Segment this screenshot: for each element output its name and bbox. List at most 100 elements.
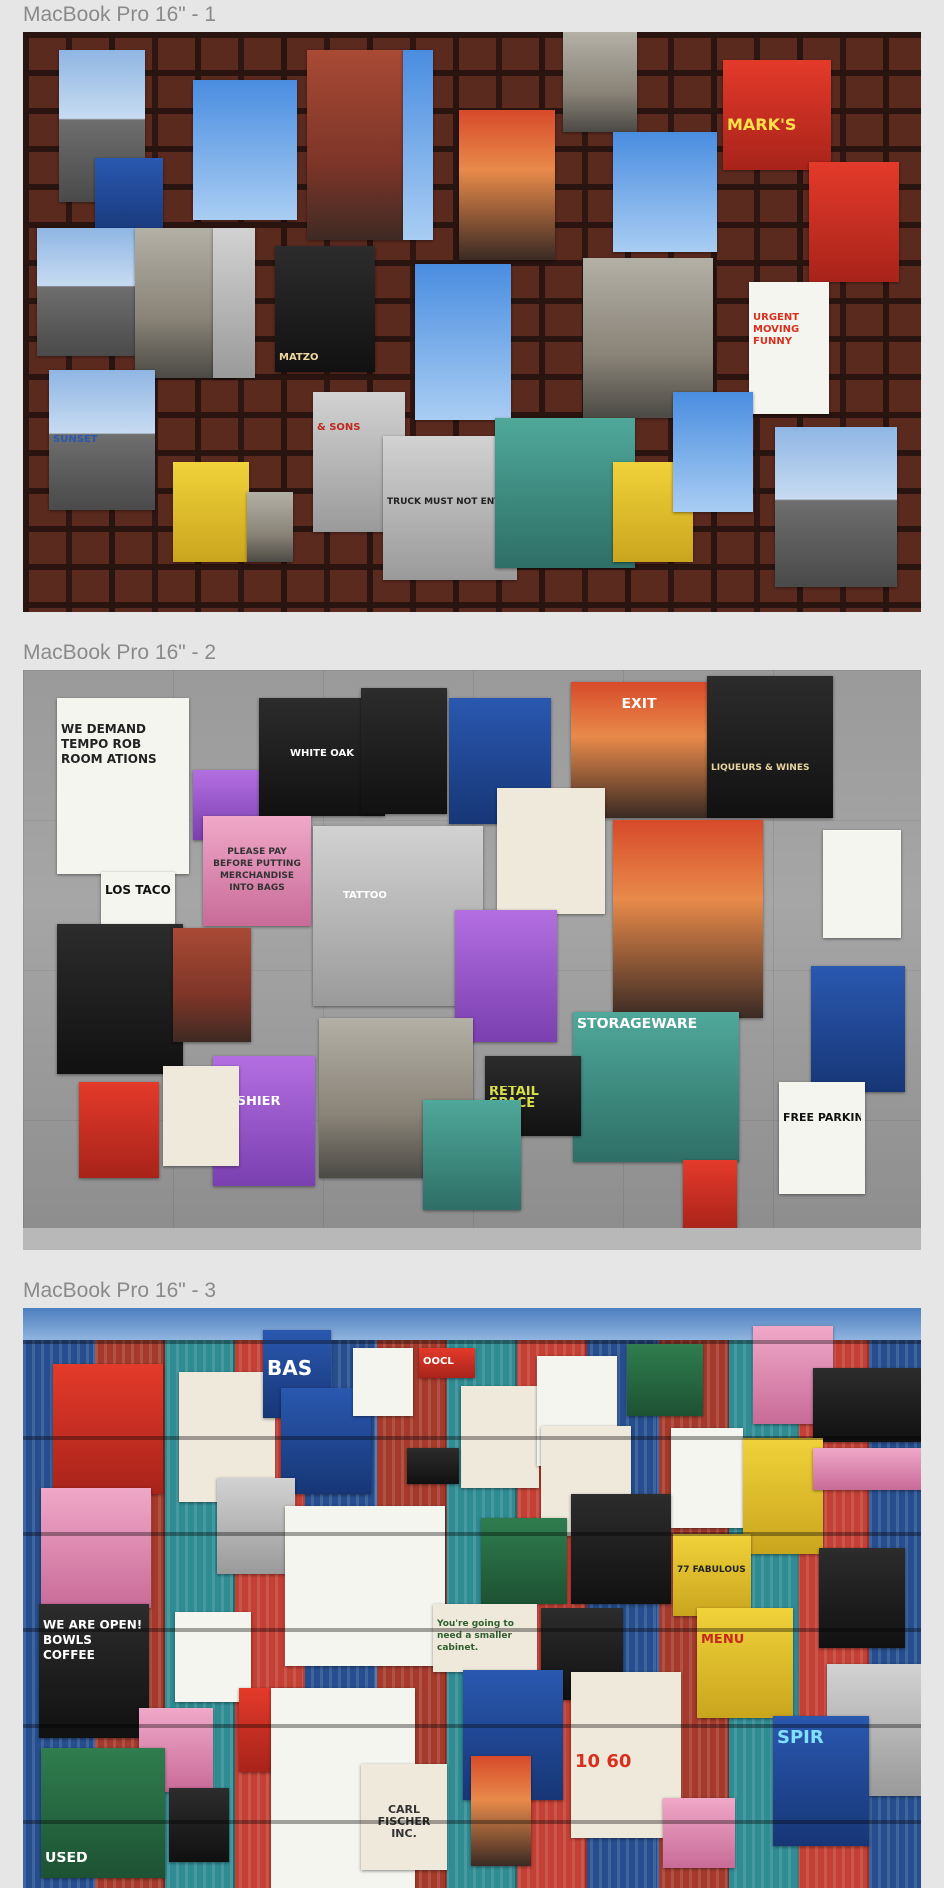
photo-cup[interactable] [497, 788, 605, 914]
photo-used-poster[interactable]: USED [41, 1748, 165, 1878]
frame-3-container-collage[interactable]: BAS OOCL 77 FABULOUS 7s WE ARE OPEN! BOW… [23, 1308, 921, 1888]
photo-graffiti-sticker[interactable] [571, 1494, 671, 1604]
please-pay-caption: PLEASE PAY BEFORE PUTTING MERCHANDISE IN… [213, 847, 301, 893]
marks-caption: MARK'S [727, 116, 797, 134]
photo-sticker-wall[interactable] [813, 1368, 921, 1442]
photo-shop-window[interactable] [57, 924, 183, 1074]
menu-caption: MENU [701, 1634, 745, 1646]
photo-neon-restaurant[interactable] [613, 820, 763, 1018]
photo-poster-small[interactable] [461, 1386, 539, 1488]
photo-subway[interactable] [541, 1608, 623, 1700]
photo-menu-card[interactable] [471, 1756, 531, 1866]
photo-magazines[interactable] [41, 1488, 151, 1608]
photo-77-fabulous[interactable]: 77 FABULOUS 7s [673, 1534, 751, 1616]
photo-theater-marquee[interactable] [193, 80, 297, 220]
photo-green-sign[interactable] [627, 1344, 703, 1416]
photo-bookshelf[interactable] [179, 1372, 275, 1502]
photo-jars[interactable] [163, 1066, 239, 1166]
photo-sketch-card[interactable] [663, 1798, 735, 1868]
sons-caption: & SONS [317, 422, 361, 433]
matzo-caption: MATZO [279, 352, 319, 363]
photo-fire-escape[interactable] [307, 50, 403, 240]
frame-label-3[interactable]: MacBook Pro 16" - 3 [23, 1278, 216, 1304]
photo-warehouse[interactable] [775, 427, 897, 587]
photo-tower[interactable] [213, 228, 255, 378]
photo-blue-hanging-sign[interactable] [673, 392, 753, 512]
photo-teal-storefront[interactable] [423, 1100, 521, 1210]
photo-blue-poster[interactable] [463, 1670, 563, 1800]
photo-we-are-open[interactable]: WE ARE OPEN! BOWLS COFFEE [39, 1604, 149, 1738]
photo-white-card[interactable] [353, 1348, 413, 1416]
photo-cabinet-ad[interactable]: You're going to need a smaller cabinet. [433, 1604, 537, 1672]
photo-blue-sky-sticker[interactable] [613, 132, 717, 252]
tattoo-caption: TATTOO [343, 890, 387, 901]
sunset-caption: SUNSET [53, 434, 98, 445]
photo-traffic-light[interactable] [415, 264, 511, 420]
photo-tempo-poster[interactable]: WE DEMAND TEMPO ROB ROOM ATIONS [57, 698, 189, 874]
photo-urgent-sign[interactable]: URGENT MOVING FUNNY [749, 282, 829, 414]
photo-free-parking[interactable]: FREE PARKING [779, 1082, 865, 1194]
exit-caption: EXIT [621, 698, 657, 710]
photo-shop-interior[interactable] [823, 830, 901, 938]
photo-pink-badge[interactable] [139, 1708, 213, 1792]
photo-chinatown-building[interactable] [37, 228, 135, 356]
photo-small-black[interactable] [407, 1448, 459, 1484]
carl-caption: CARL FISCHER INC. [377, 1804, 431, 1840]
photo-carl-fischer[interactable]: CARL FISCHER INC. [361, 1764, 447, 1870]
photo-10-60-collage[interactable]: 10 60 [571, 1672, 681, 1838]
photo-sky-strip[interactable] [403, 50, 433, 240]
photo-sticker-strip[interactable] [813, 1448, 921, 1490]
spir-caption: SPIR [777, 1728, 824, 1748]
photo-wines-sign[interactable]: LIQUEURS & WINES [707, 676, 833, 818]
photo-oocl-top[interactable]: OOCL [419, 1348, 475, 1378]
photo-small-sticker[interactable] [247, 492, 293, 562]
photo-red-graffiti[interactable] [53, 1364, 163, 1494]
frame-2-concrete-collage[interactable]: WE DEMAND TEMPO ROB ROOM ATIONS WHITE OA… [23, 670, 921, 1250]
photo-sunset-building[interactable]: SUNSET [49, 370, 155, 510]
photo-stacked-papers[interactable] [217, 1478, 295, 1574]
photo-red-shutter[interactable] [809, 162, 899, 282]
photo-chinese-poster[interactable] [285, 1506, 445, 1666]
frame-label-2[interactable]: MacBook Pro 16" - 2 [23, 640, 216, 666]
photo-drawing[interactable] [541, 1426, 631, 1536]
wines-caption: LIQUEURS & WINES [711, 763, 810, 773]
los-tacos-caption: LOS TACOS [105, 884, 171, 896]
photo-train-window[interactable] [827, 1664, 921, 1796]
photo-red-window[interactable] [79, 1082, 159, 1178]
photo-green-book[interactable] [481, 1518, 567, 1604]
ten60-caption: 10 60 [575, 1752, 632, 1772]
photo-pay-before[interactable]: PLEASE PAY BEFORE PUTTING MERCHANDISE IN… [203, 816, 311, 926]
photo-pink-stickers[interactable] [753, 1326, 833, 1424]
photo-yellow-truck[interactable] [173, 462, 249, 562]
photo-black-sign[interactable] [819, 1548, 905, 1648]
photo-brick-store[interactable] [173, 928, 251, 1042]
frame-label-1[interactable]: MacBook Pro 16" - 1 [23, 2, 216, 28]
photo-red-can[interactable] [683, 1160, 737, 1232]
photo-neon-sign[interactable] [459, 110, 555, 260]
photo-graffiti-poster[interactable] [743, 1438, 823, 1554]
frame-1-brick-collage[interactable]: MARK'S MATZO URGENT MOVING FUNNY SUNSET … [23, 32, 921, 612]
storageware-caption: STORAGEWARE [577, 1018, 698, 1030]
photo-neon-signs[interactable] [811, 966, 905, 1092]
photo-matzo[interactable]: MATZO [275, 246, 375, 372]
photo-scratch-ticket[interactable] [239, 1688, 309, 1772]
photo-storefront-top[interactable] [563, 32, 637, 132]
used-caption: USED [45, 1852, 88, 1864]
urgent-caption: URGENT MOVING FUNNY [753, 312, 800, 347]
photo-menu[interactable]: MENU [697, 1608, 793, 1718]
photo-blue-tile[interactable] [281, 1388, 371, 1494]
photo-storageware[interactable]: STORAGEWARE [573, 1012, 739, 1162]
photo-wall-window[interactable] [361, 688, 447, 814]
oocl-caption: OOCL [423, 1356, 454, 1367]
photo-bas-print[interactable]: BAS [263, 1330, 331, 1418]
photo-white-bag[interactable] [271, 1688, 415, 1888]
photo-black-bag[interactable] [169, 1788, 229, 1862]
photo-spir-poster[interactable]: SPIR [773, 1716, 869, 1846]
bas-caption: BAS [267, 1356, 313, 1380]
fabulous-caption: 77 FABULOUS 7s [677, 1565, 747, 1575]
design-canvas: MacBook Pro 16" - 1 MARK'S MATZO URGENT … [0, 0, 944, 1888]
photo-socket[interactable] [175, 1612, 251, 1702]
photo-marks-truck[interactable]: MARK'S [723, 60, 831, 170]
photo-receipt[interactable] [537, 1356, 617, 1466]
photo-takeout-bag[interactable] [671, 1428, 743, 1528]
